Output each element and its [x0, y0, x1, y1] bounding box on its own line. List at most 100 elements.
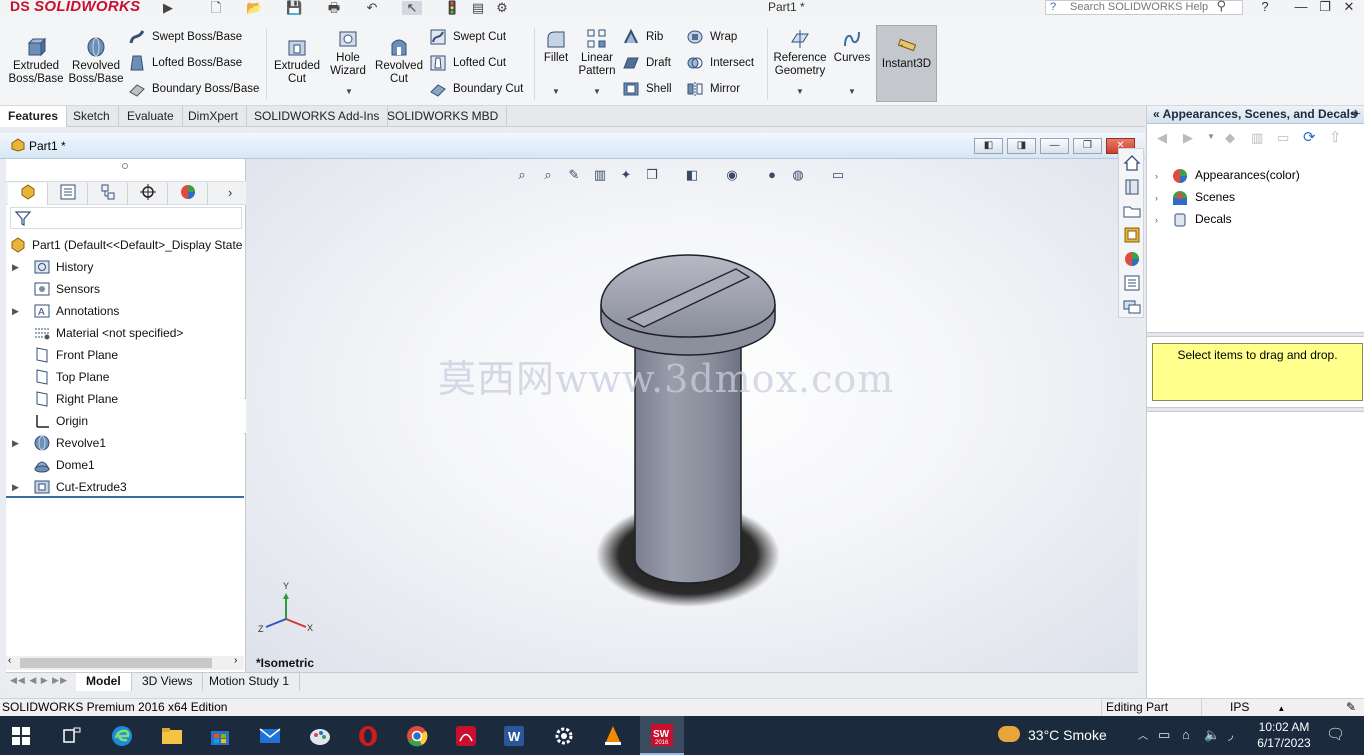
graphics-area[interactable]: Y X Z [246, 159, 1138, 672]
vlc-player-icon[interactable] [601, 724, 625, 748]
create-folder-icon[interactable]: ▭ [1277, 130, 1289, 146]
select-cursor-icon[interactable]: ↖ [402, 1, 422, 15]
tree-item-history[interactable]: ▶ History [6, 256, 244, 278]
tree-item-appearances[interactable]: › Appearances(color) [1155, 164, 1300, 186]
file-explorer-icon[interactable] [1122, 201, 1142, 221]
swept-boss-button[interactable]: Swept Boss/Base [128, 27, 242, 47]
tab-3d-views[interactable]: 3D Views [132, 673, 204, 691]
featuremanager-tree-tab[interactable] [8, 183, 48, 205]
boundary-boss-button[interactable]: Boundary Boss/Base [128, 79, 259, 99]
settings-icon[interactable] [552, 724, 576, 748]
expand-arrow-icon[interactable]: ▶ [12, 476, 19, 498]
show-hidden-icons-chevron[interactable]: ︿ [1138, 727, 1148, 742]
lofted-cut-button[interactable]: Lofted Cut [429, 53, 506, 73]
expand-arrow-icon[interactable]: ▶ [12, 256, 19, 278]
tree-root-part[interactable]: Part1 (Default<<Default>_Display State [6, 234, 246, 256]
tab-motion-study-1[interactable]: Motion Study 1 [199, 673, 301, 691]
model-view[interactable]: Y X Z [246, 159, 1138, 672]
tree-item-annotations[interactable]: ▶ A Annotations [6, 300, 244, 322]
tree-item-sensors[interactable]: Sensors [6, 278, 244, 300]
dimxpertmanager-tab[interactable] [128, 183, 168, 205]
opera-browser-icon[interactable] [356, 724, 380, 748]
print-icon[interactable]: 🖶 [326, 1, 342, 15]
intersect-button[interactable]: Intersect [686, 53, 754, 73]
volume-icon[interactable]: 🔈 [1204, 727, 1220, 743]
lofted-boss-button[interactable]: Lofted Boss/Base [128, 53, 242, 73]
tree-item-origin[interactable]: Origin [6, 410, 244, 432]
forward-icon[interactable]: ▶ [1183, 130, 1193, 146]
options-gear-icon[interactable]: ⚙ [494, 1, 510, 15]
system-clock[interactable]: 10:02 AM 6/17/2023 [1252, 719, 1316, 751]
custom-properties-icon[interactable] [1122, 273, 1142, 293]
expand-arrow-icon[interactable]: › [1155, 187, 1171, 209]
help-menu-icon[interactable]: ? [1254, 0, 1276, 16]
doc-minimize-button[interactable]: — [1040, 138, 1069, 154]
scroll-left-icon[interactable]: ‹ [8, 655, 11, 666]
displaymanager-tab[interactable] [168, 183, 208, 205]
fillet-button[interactable]: Fillet [538, 28, 574, 65]
status-bar-options-icon[interactable]: ✎ [1346, 699, 1356, 716]
notifications-icon[interactable]: 🗨 [1326, 725, 1345, 743]
extruded-boss-button[interactable]: Extruded Boss/Base [6, 36, 66, 86]
hide-show-items-icon[interactable]: ◉ [722, 166, 742, 184]
tab-model[interactable]: Model [76, 673, 132, 691]
wifi-icon[interactable]: ◞ [1228, 727, 1233, 743]
refresh-icon[interactable]: ⟳ [1303, 128, 1316, 146]
dynamic-annotation-icon[interactable]: ✦ [616, 166, 636, 184]
curves-dropdown-icon[interactable]: ▼ [848, 87, 856, 96]
weather-widget[interactable]: 33°C Smoke [998, 716, 1107, 755]
view-settings-icon[interactable]: ▭ [828, 166, 848, 184]
linear-pattern-button[interactable]: Linear Pattern [576, 28, 618, 78]
edge-browser-icon[interactable] [110, 724, 134, 748]
restore-window-button[interactable]: ❐ [1314, 0, 1336, 16]
revolved-cut-button[interactable]: Revolved Cut [372, 36, 426, 86]
draft-button[interactable]: Draft [622, 53, 671, 73]
section-view-icon[interactable]: ▥ [590, 166, 610, 184]
extruded-cut-button[interactable]: Extruded Cut [270, 36, 324, 86]
store-icon[interactable] [208, 724, 232, 748]
search-icon[interactable]: ⚲ [1216, 0, 1226, 12]
rebuild-icon[interactable]: 🚦 [444, 1, 460, 15]
reference-geometry-dropdown-icon[interactable]: ▼ [796, 87, 804, 96]
tree-item-cut-extrude3[interactable]: ▶ Cut-Extrude3 [6, 476, 244, 498]
tree-filter-input[interactable] [10, 207, 242, 229]
more-tabs-chevron-icon[interactable]: › [228, 185, 232, 200]
design-library-icon[interactable] [1122, 177, 1142, 197]
hole-wizard-dropdown-icon[interactable]: ▼ [345, 87, 353, 96]
tree-item-scenes[interactable]: › Scenes [1155, 186, 1235, 208]
expand-arrow-icon[interactable]: ▶ [12, 432, 19, 454]
history-dropdown-icon[interactable]: ▼ [1207, 132, 1215, 141]
previous-view-icon[interactable]: ✎ [564, 166, 584, 184]
configurationmanager-tab[interactable] [88, 183, 128, 205]
doc-restore-button[interactable]: ❐ [1073, 138, 1102, 154]
expand-arrow-icon[interactable]: › [1155, 165, 1171, 187]
tree-item-right-plane[interactable]: Right Plane [6, 388, 244, 410]
tree-item-revolve1[interactable]: ▶ Revolve1 [6, 432, 244, 454]
minimize-window-button[interactable]: — [1290, 0, 1312, 16]
pane-splitter[interactable] [1147, 332, 1364, 337]
tree-item-top-plane[interactable]: Top Plane [6, 366, 244, 388]
tab-evaluate[interactable]: Evaluate [119, 106, 183, 127]
back-icon[interactable]: ◀ [1157, 130, 1167, 146]
wrap-button[interactable]: Wrap [686, 27, 737, 47]
tree-item-dome1[interactable]: Dome1 [6, 454, 244, 476]
display-style-icon[interactable]: ◧ [682, 166, 702, 184]
battery-icon[interactable]: ▭ [1158, 727, 1170, 743]
word-icon[interactable]: W [502, 724, 526, 748]
rib-button[interactable]: Rib [622, 27, 663, 47]
tile-right-button[interactable]: ◨ [1007, 138, 1036, 154]
instant3d-button[interactable]: Instant3D [876, 25, 937, 102]
curves-button[interactable]: Curves [832, 28, 872, 65]
propertymanager-tab[interactable] [48, 183, 88, 205]
file-properties-icon[interactable]: ▤ [470, 1, 486, 15]
windows-start-icon[interactable] [12, 727, 30, 745]
pane-splitter-lower[interactable] [1147, 407, 1364, 412]
help-search-input[interactable]: ? Search SOLIDWORKS Help ⚲ [1045, 0, 1243, 15]
solidworks-logo[interactable]: DS SOLIDWORKS [10, 0, 140, 15]
unit-system-selector[interactable]: IPS ▲ [1201, 699, 1341, 717]
scrollbar-thumb[interactable] [20, 658, 212, 668]
pin-icon[interactable]: ✈ [1351, 106, 1361, 123]
scroll-right-icon[interactable]: › [234, 655, 237, 666]
add-to-library-icon[interactable]: ◆ [1225, 130, 1235, 146]
close-window-button[interactable]: ✕ [1338, 0, 1360, 16]
